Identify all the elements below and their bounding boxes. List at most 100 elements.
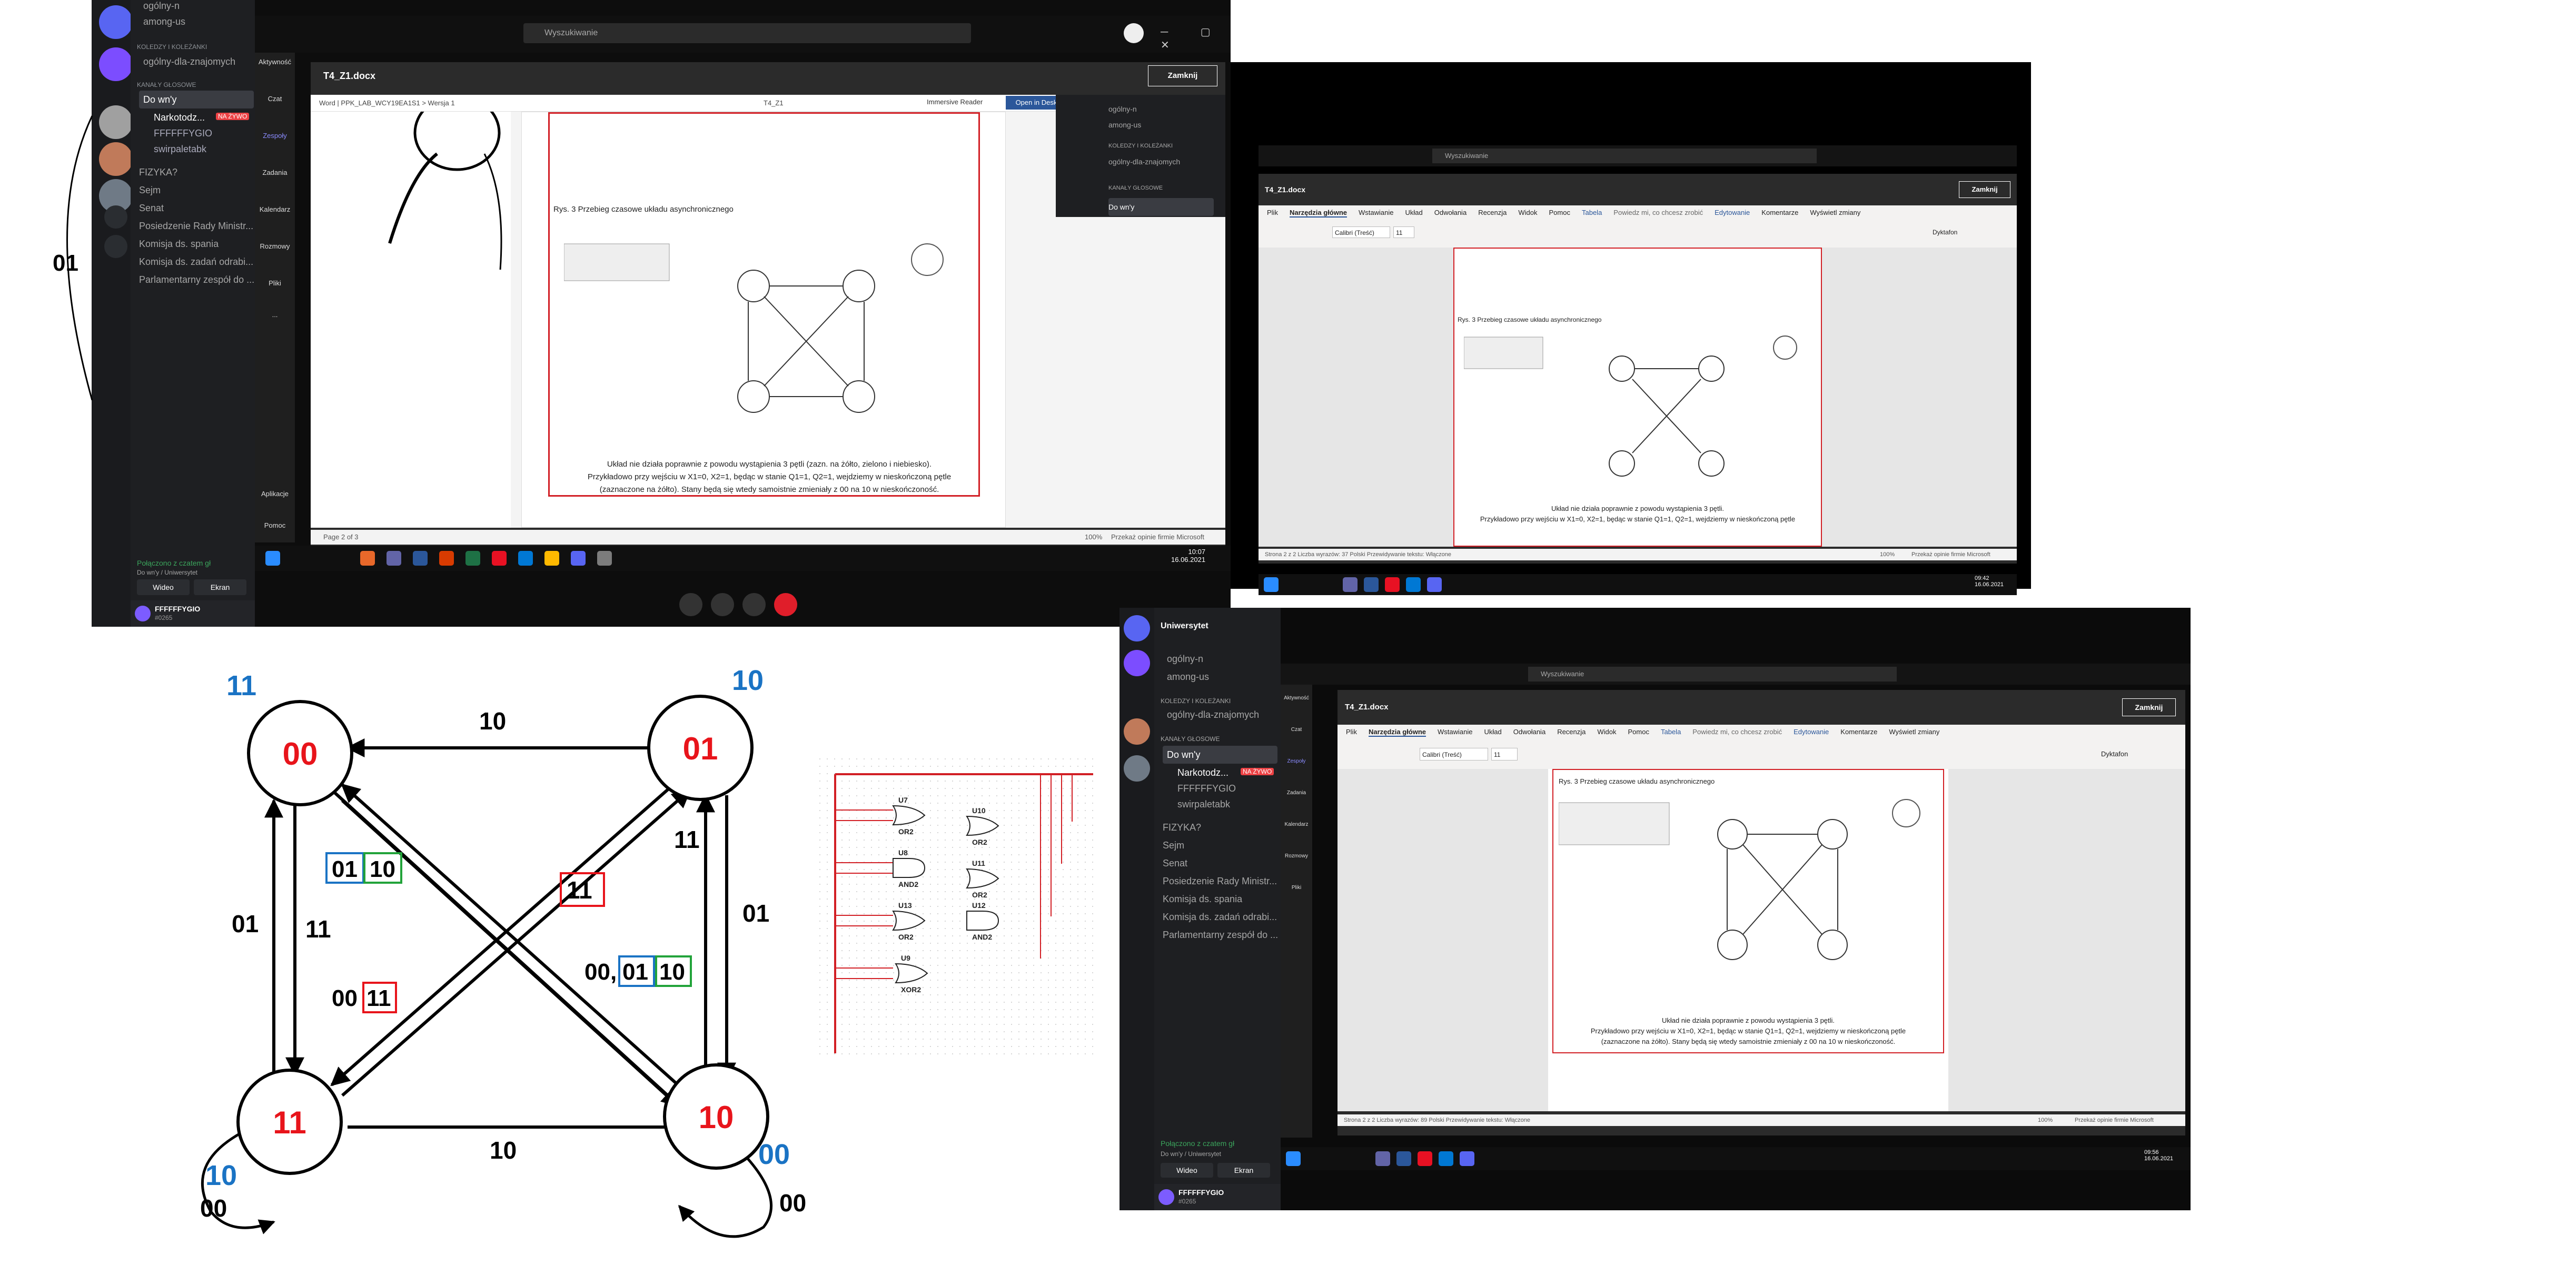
teams-nav-activity[interactable]: Aktywność [255,58,295,66]
feedback-link[interactable]: Przekaż opinie firmie Microsoft [1111,533,1204,541]
voice-user[interactable]: swirpaletabk [154,140,206,158]
zoom-level[interactable]: 100% [1085,533,1102,541]
app-icon[interactable] [1343,577,1358,592]
teams-nav-files[interactable]: Pliki [255,279,295,287]
app-icon[interactable] [1375,1151,1390,1166]
app-icon[interactable] [413,551,428,566]
server-icon[interactable] [1124,718,1150,745]
feedback-link[interactable]: Przekaż opinie firmie Microsoft [1911,549,1990,560]
app-icon[interactable] [597,551,612,566]
clock[interactable]: 09:42 16.06.2021 [1975,575,2004,588]
server-icon[interactable] [1124,615,1150,641]
comments-button[interactable]: Komentarze [1761,209,1798,218]
app-icon[interactable] [387,551,401,566]
server-icon[interactable] [1124,755,1150,782]
teams-nav-calls[interactable]: Rozmowy [255,242,295,250]
show-changes-button[interactable]: Wyświetl zmiany [1810,209,1860,218]
teams-nav-help[interactable]: Pomoc [255,521,295,529]
voice-user[interactable]: FFFFFFYGIO [154,124,212,142]
channel-item[interactable]: ogólny-n [1167,650,1203,668]
font-size-select[interactable]: 11 [1393,226,1414,238]
voice-user[interactable]: Narkotodz... [1177,764,1228,782]
feedback-link[interactable]: Przekaż opinie firmie Microsoft [2075,1114,2154,1126]
teams-nav-calendar[interactable]: Kalendarz [255,205,295,213]
channel-item[interactable]: ogólny-dla-znajomych [143,53,235,71]
channel-item[interactable]: among-us [143,13,185,31]
app-icon[interactable] [1460,1151,1474,1166]
close-button[interactable]: Zamknij [1959,181,2010,198]
app-icon[interactable] [1427,577,1442,592]
tab-references[interactable]: Odwołania [1513,728,1545,737]
app-icon[interactable] [1396,1151,1411,1166]
tab-table[interactable]: Tabela [1582,209,1602,218]
tab-layout[interactable]: Układ [1405,209,1423,218]
search-input[interactable]: Wyszukiwanie [1528,667,1897,682]
app-icon[interactable] [360,551,375,566]
voice-channel-item[interactable]: Parlamentarny zespół do ... [139,271,254,289]
teams-nav-more[interactable]: ... [255,311,295,319]
clock[interactable]: 09:56 16.06.2021 [2144,1149,2173,1162]
tab-home[interactable]: Narzędzia główne [1368,728,1426,737]
voice-channel-item[interactable]: Do wn'y [1163,746,1277,764]
editing-mode[interactable]: Edytowanie [1715,209,1750,218]
channel-item[interactable]: among-us [1108,116,1141,134]
tab-review[interactable]: Recenzja [1557,728,1586,737]
voice-channel-item[interactable]: Komisja ds. zadań odrabi... [1163,908,1277,926]
voice-channel-item[interactable]: Posiedzenie Rady Ministr... [1163,872,1277,890]
teams-nav-teams[interactable]: Zespoły [1281,758,1312,764]
voice-channel-item[interactable]: Komisja ds. spania [139,235,219,253]
app-icon[interactable] [439,551,454,566]
tell-me-input[interactable]: Powiedz mi, co chcesz zrobić [1613,209,1703,218]
explore-icon[interactable] [104,235,127,258]
channel-item[interactable]: ogólny-n [1108,100,1137,118]
zoom-level[interactable]: 100% [2038,1114,2053,1126]
voice-channel-item[interactable]: Senat [139,199,164,217]
server-icon[interactable] [99,105,133,139]
channel-item[interactable]: among-us [1167,668,1209,686]
tab-table[interactable]: Tabela [1661,728,1681,737]
teams-nav-activity[interactable]: Aktywność [1281,695,1312,701]
voice-channel-item[interactable]: FIZYKA? [139,163,177,181]
app-icon[interactable] [492,551,507,566]
close-button[interactable]: Zamknij [1148,65,1217,86]
editing-mode[interactable]: Edytowanie [1794,728,1829,737]
dictate-button[interactable]: Dyktafon [2101,750,2128,758]
app-icon[interactable] [1385,577,1400,592]
voice-channel-item[interactable]: Sejm [139,181,161,199]
share-screen-button[interactable] [711,593,734,616]
app-icon[interactable] [518,551,533,566]
font-size-select[interactable]: 11 [1491,748,1518,761]
teams-nav-chat[interactable]: Czat [255,95,295,103]
voice-channel-item[interactable]: Komisja ds. spania [1163,890,1242,908]
mic-button[interactable] [742,593,766,616]
tab-insert[interactable]: Wstawianie [1359,209,1393,218]
video-button[interactable]: Wideo [1161,1163,1213,1178]
teams-nav-apps[interactable]: Aplikacje [255,490,295,498]
tab-review[interactable]: Recenzja [1478,209,1507,218]
channel-item[interactable]: ogólny-dla-znajomych [1167,706,1259,724]
teams-nav-assignments[interactable]: Zadania [255,169,295,176]
start-icon[interactable] [1264,577,1279,592]
app-icon[interactable] [465,551,480,566]
tab-help[interactable]: Pomoc [1549,209,1570,218]
voice-channel-item[interactable]: Do wn'y [139,91,254,108]
screen-button[interactable]: Ekran [194,579,246,595]
search-input[interactable]: Wyszukiwanie [523,23,971,43]
tab-home[interactable]: Narzędzia główne [1289,209,1348,218]
voice-channel-item[interactable]: Komisja ds. zadań odrabi... [139,253,253,271]
voice-user[interactable]: FFFFFFYGIO [1177,779,1236,797]
tab-view[interactable]: Widok [1518,209,1537,218]
app-icon[interactable] [1406,577,1421,592]
teams-nav-chat[interactable]: Czat [1281,727,1312,733]
teams-nav-calls[interactable]: Rozmowy [1281,853,1312,859]
voice-channel-item[interactable]: Senat [1163,854,1187,872]
zoom-level[interactable]: 100% [1880,549,1895,560]
tab-insert[interactable]: Wstawianie [1438,728,1472,737]
dictate-button[interactable]: Dyktafon [1933,229,1957,236]
channel-item[interactable]: ogólny-dla-znajomych [1108,153,1180,171]
voice-channel-item[interactable]: Do wn'y [1108,198,1214,216]
server-icon[interactable] [99,142,133,176]
start-icon[interactable] [265,551,280,566]
tab-view[interactable]: Widok [1597,728,1616,737]
voice-user[interactable]: swirpaletabk [1177,795,1230,813]
